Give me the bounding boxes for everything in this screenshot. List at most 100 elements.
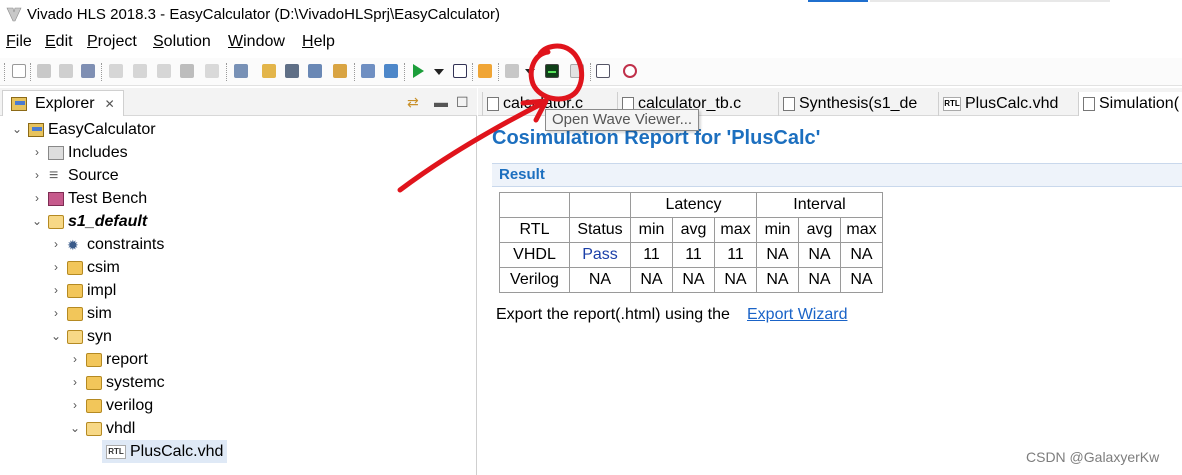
save-all-icon[interactable] <box>59 64 73 78</box>
tab-simulation[interactable]: Simulation( <box>1078 92 1182 116</box>
menu-edit[interactable]: Edit <box>45 33 73 51</box>
result-section-title[interactable]: Result <box>499 166 545 183</box>
solution-icon <box>48 214 64 229</box>
tree-item-sim[interactable]: › sim <box>49 302 112 325</box>
link-editor-icon[interactable]: ⇄ <box>407 94 419 111</box>
run-c-synthesis-icon[interactable] <box>384 64 398 78</box>
tree-item-report[interactable]: › report <box>68 348 148 371</box>
tree-item-includes[interactable]: › Includes <box>30 141 128 164</box>
insert-directive-icon[interactable] <box>333 64 347 78</box>
tree-item-label: systemc <box>106 374 165 391</box>
table-cell: VHDL <box>499 242 570 268</box>
run-cosimulation-icon[interactable] <box>453 64 467 78</box>
explorer-header: Explorer ✕ ⇄ ▬ ☐ <box>0 88 477 116</box>
menu-help[interactable]: Help <box>302 33 335 51</box>
table-row: Verilog NA NA NA NA NA NA NA <box>499 267 883 293</box>
tree-item-easycalculator[interactable]: ⌄ EasyCalculator <box>10 118 156 141</box>
folder-icon <box>86 375 102 390</box>
menu-project[interactable]: Project <box>87 33 137 51</box>
solution-settings-icon[interactable] <box>285 64 299 78</box>
column-header: min <box>756 217 799 243</box>
tab-synthesis[interactable]: Synthesis(s1_de <box>778 92 928 116</box>
chevron-right-icon[interactable]: › <box>30 164 44 187</box>
test-bench-icon <box>48 191 64 206</box>
tree-item-csim[interactable]: › csim <box>49 256 120 279</box>
chevron-right-icon[interactable]: › <box>49 256 63 279</box>
tree-item-constraints[interactable]: › constraints <box>49 233 164 257</box>
tree-item-test-bench[interactable]: › Test Bench <box>30 187 147 210</box>
chevron-down-icon[interactable]: ⌄ <box>10 118 24 141</box>
tree-item-label: EasyCalculator <box>48 121 156 138</box>
open-report-icon[interactable] <box>505 64 519 78</box>
rtl-file-icon: RTL <box>106 444 126 459</box>
vivado-logo-icon <box>6 7 22 22</box>
debug-perspective-icon[interactable] <box>623 64 637 78</box>
tree-item-label: Source <box>68 167 119 184</box>
minimize-icon[interactable]: ▬ <box>434 94 448 110</box>
column-header: min <box>630 217 673 243</box>
chevron-right-icon[interactable]: › <box>30 141 44 164</box>
tree-item-verilog[interactable]: › verilog <box>68 394 153 417</box>
chevron-right-icon[interactable]: › <box>68 348 82 371</box>
chevron-down-icon[interactable]: ⌄ <box>68 417 82 440</box>
tree-item-s1-default[interactable]: ⌄ s1_default <box>30 210 147 233</box>
tree-item-pluscalc-vhd[interactable]: RTL PlusCalc.vhd <box>102 440 228 463</box>
run-c-simulation-icon[interactable] <box>361 64 375 78</box>
compare-reports-icon[interactable] <box>570 64 584 78</box>
chevron-right-icon[interactable]: › <box>49 279 63 302</box>
delete-icon[interactable] <box>180 64 194 78</box>
tree-item-syn[interactable]: ⌄ syn <box>49 325 112 348</box>
save-as-icon[interactable] <box>81 64 95 78</box>
explorer-title: Explorer <box>35 94 95 112</box>
run-dropdown-icon[interactable] <box>434 69 444 75</box>
table-cell: NA <box>798 267 841 293</box>
menu-file[interactable]: File <box>6 33 32 51</box>
analysis-perspective-icon[interactable] <box>596 64 610 78</box>
menu-window[interactable]: Window <box>228 33 285 51</box>
copy-icon[interactable] <box>133 64 147 78</box>
maximize-icon[interactable]: ☐ <box>456 94 469 111</box>
tab-pluscalc-vhd[interactable]: RTL PlusCalc.vhd <box>938 92 1073 116</box>
new-solution-icon[interactable] <box>262 64 276 78</box>
tree-item-impl[interactable]: › impl <box>49 279 116 302</box>
title-bar: Vivado HLS 2018.3 - EasyCalculator (D:\V… <box>0 0 1182 30</box>
chevron-right-icon[interactable]: › <box>68 371 82 394</box>
tab-label: PlusCalc.vhd <box>965 95 1059 112</box>
project-settings-icon[interactable] <box>234 64 248 78</box>
save-icon[interactable] <box>37 64 51 78</box>
tree-item-systemc[interactable]: › systemc <box>68 371 165 394</box>
column-header: avg <box>672 217 715 243</box>
close-icon[interactable]: ✕ <box>105 92 115 116</box>
chevron-right-icon[interactable]: › <box>49 233 63 256</box>
menu-solution[interactable]: Solution <box>153 33 211 51</box>
toolbar-separator <box>590 63 592 81</box>
folder-icon <box>67 260 83 275</box>
export-rtl-icon[interactable] <box>478 64 492 78</box>
tree-item-source[interactable]: › Source <box>30 164 119 187</box>
table-row: VHDL Pass 11 11 11 NA NA NA <box>499 242 883 268</box>
chevron-down-icon[interactable]: ⌄ <box>49 325 63 348</box>
toolbar-separator <box>404 63 406 81</box>
table-cell: NA <box>756 267 799 293</box>
chevron-right-icon[interactable]: › <box>49 302 63 325</box>
table-cell: NA <box>798 242 841 268</box>
directive-icon[interactable] <box>308 64 322 78</box>
export-wizard-link[interactable]: Export Wizard <box>747 306 847 324</box>
print-icon[interactable] <box>205 64 219 78</box>
new-file-icon[interactable] <box>12 64 26 78</box>
tree-item-vhdl[interactable]: ⌄ vhdl <box>68 417 135 440</box>
folder-icon <box>86 398 102 413</box>
tree-item-label: Test Bench <box>68 190 148 207</box>
chevron-right-icon[interactable]: › <box>30 187 44 210</box>
toolbar-separator <box>4 63 6 81</box>
chevron-down-icon[interactable]: ⌄ <box>30 210 44 233</box>
run-icon[interactable] <box>413 64 424 78</box>
cut-icon[interactable] <box>109 64 123 78</box>
paste-icon[interactable] <box>157 64 171 78</box>
tab-label: Simulation( <box>1099 95 1180 112</box>
chevron-right-icon[interactable]: › <box>68 394 82 417</box>
report-dropdown-icon[interactable] <box>525 69 535 75</box>
window-accent-line <box>808 0 868 2</box>
explorer-tab[interactable]: Explorer ✕ <box>2 90 124 116</box>
open-wave-viewer-icon[interactable] <box>545 64 559 78</box>
